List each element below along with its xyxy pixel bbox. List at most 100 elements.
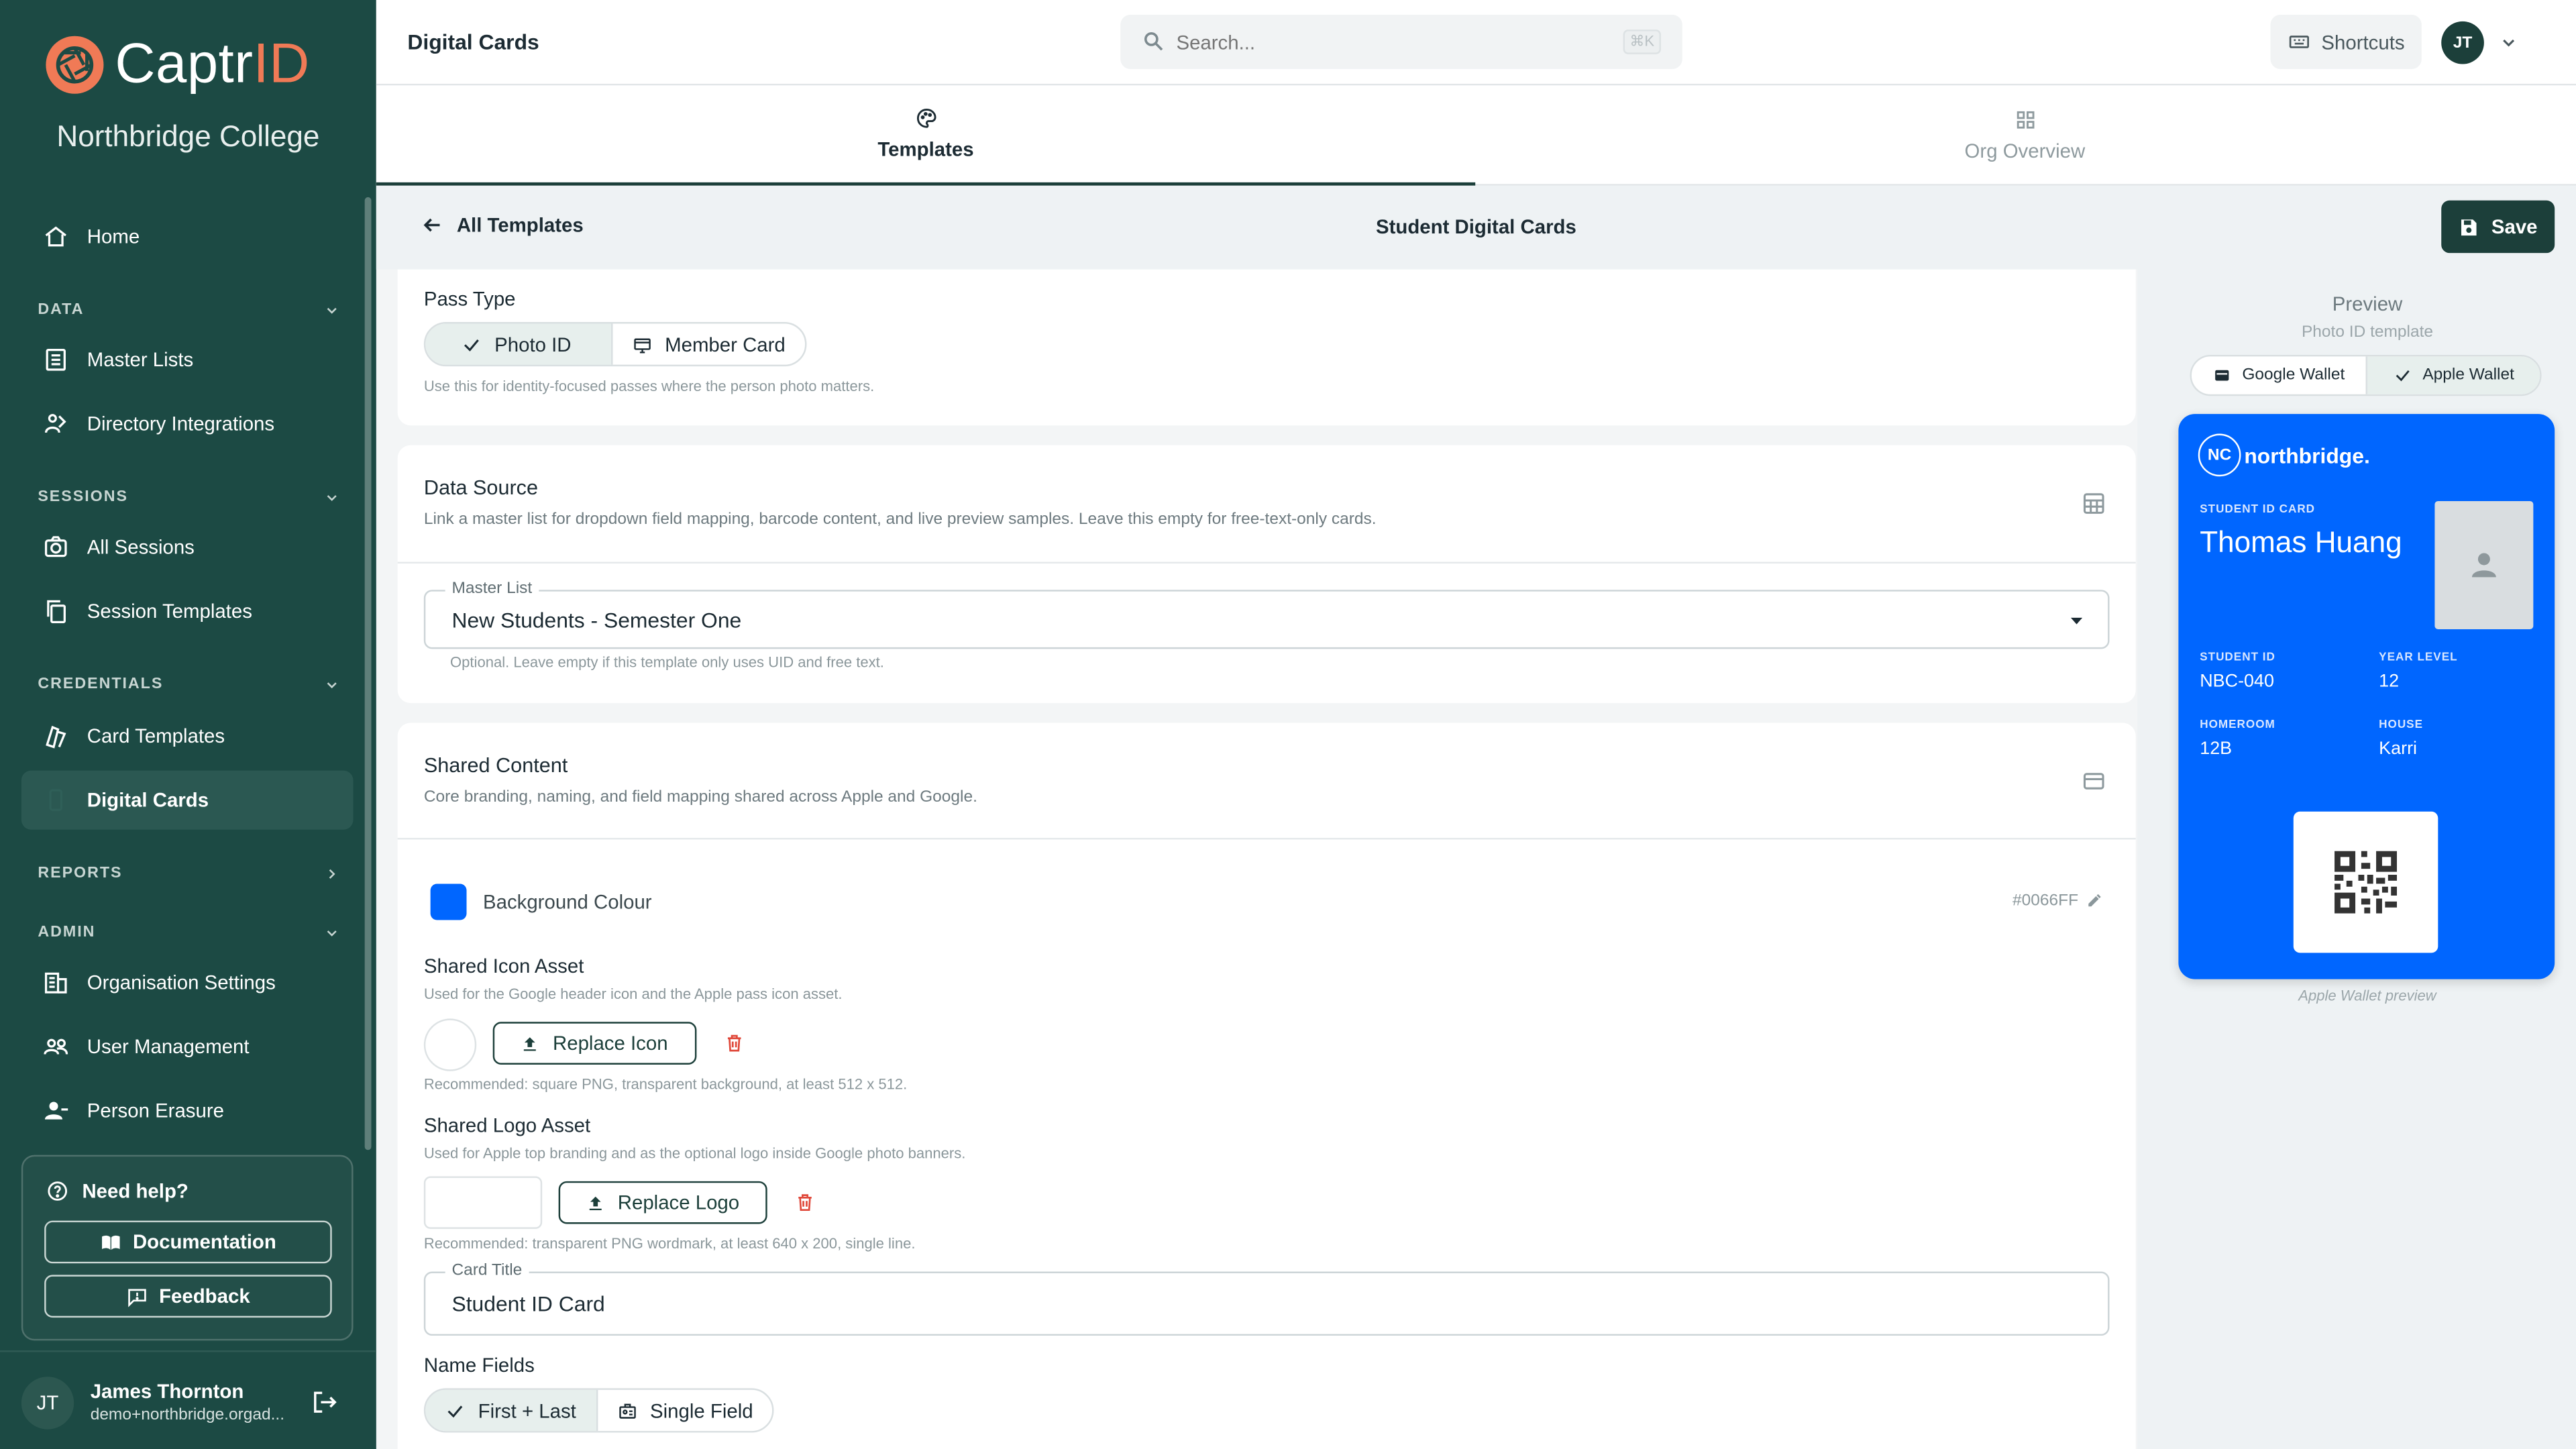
check-icon xyxy=(462,334,481,354)
section-label: SESSIONS xyxy=(38,488,128,506)
section-label: DATA xyxy=(38,301,85,319)
logo-wordmark: CaptrID xyxy=(115,32,310,96)
building-icon xyxy=(43,969,69,996)
top-bar: Digital Cards ⌘K Shortcuts JT xyxy=(376,0,2576,86)
camera-icon xyxy=(43,534,69,560)
sidebar-item-all-sessions[interactable]: All Sessions xyxy=(21,517,354,576)
name-fields-toggle: First + Last Single Field xyxy=(423,1388,775,1433)
wallet-apple[interactable]: Apple Wallet xyxy=(2365,356,2540,394)
button-label: Replace Logo xyxy=(617,1191,740,1214)
app-logo[interactable]: CaptrID xyxy=(44,33,310,97)
shared-content-title: Shared Content xyxy=(423,754,568,777)
edit-pencil-icon[interactable] xyxy=(2086,892,2102,908)
option-label: First + Last xyxy=(478,1399,576,1422)
search-input[interactable] xyxy=(1176,15,1587,69)
section-sessions[interactable]: SESSIONS xyxy=(38,488,340,506)
chevron-down-icon xyxy=(323,301,339,317)
sidebar-item-home[interactable]: Home xyxy=(21,207,354,266)
sidebar-item-label: Organisation Settings xyxy=(87,971,276,994)
tab-templates[interactable]: Templates xyxy=(376,85,1476,186)
replace-icon-button[interactable]: Replace Icon xyxy=(492,1022,697,1065)
sidebar-item-master-lists[interactable]: Master Lists xyxy=(21,330,354,389)
back-label: All Templates xyxy=(456,213,584,237)
user-avatar[interactable]: JT xyxy=(2441,21,2484,64)
pass-type-photo-id[interactable]: Photo ID xyxy=(425,323,611,365)
help-title-text: Need help? xyxy=(82,1179,189,1203)
sidebar-item-digital-cards[interactable]: Digital Cards xyxy=(21,770,354,830)
preview-caption: Apple Wallet preview xyxy=(2298,987,2436,1004)
pass-house: Karri xyxy=(2379,739,2418,759)
table-icon xyxy=(2082,491,2106,516)
section-credentials[interactable]: CREDENTIALS xyxy=(38,676,340,693)
wallet-pass-preview: NC northbridge. STUDENT ID CARD Thomas H… xyxy=(2178,414,2555,979)
master-list-label: Master List xyxy=(445,580,539,598)
pass-year-label: YEAR LEVEL xyxy=(2379,652,2458,664)
sidebar-item-label: Home xyxy=(87,225,140,248)
section-label: ADMIN xyxy=(38,923,96,942)
template-title: Student Digital Cards xyxy=(1375,215,1576,239)
divider xyxy=(397,561,2136,564)
shortcuts-label: Shortcuts xyxy=(2321,30,2405,54)
keyboard-icon xyxy=(2288,32,2310,53)
sidebar-item-label: Digital Cards xyxy=(87,788,209,812)
shared-icon-desc: Used for the Google header icon and the … xyxy=(423,985,843,1002)
trash-icon[interactable] xyxy=(724,1033,744,1053)
shared-logo-recommendation: Recommended: transparent PNG wordmark, a… xyxy=(423,1235,916,1252)
logout-icon[interactable] xyxy=(311,1388,339,1416)
pass-type-member-card[interactable]: Member Card xyxy=(610,323,805,365)
name-fields-first-last[interactable]: First + Last xyxy=(425,1389,596,1432)
chevron-down-icon[interactable] xyxy=(2499,33,2518,52)
sidebar-scrollbar[interactable] xyxy=(364,197,372,1150)
card-title-value: Student ID Card xyxy=(451,1291,605,1316)
trash-icon[interactable] xyxy=(795,1193,814,1212)
tab-org-overview[interactable]: Org Overview xyxy=(1475,85,2574,185)
back-to-templates-link[interactable]: All Templates xyxy=(421,213,584,237)
sidebar-item-label: Person Erasure xyxy=(87,1099,224,1122)
shared-content-desc: Core branding, naming, and field mapping… xyxy=(423,788,977,807)
background-colour-hex: #0066FF xyxy=(2012,892,2079,910)
shortcuts-button[interactable]: Shortcuts xyxy=(2270,15,2422,69)
section-label: REPORTS xyxy=(38,864,123,883)
person-remove-icon xyxy=(43,1097,69,1124)
section-data[interactable]: DATA xyxy=(38,301,340,319)
documentation-button[interactable]: Documentation xyxy=(44,1220,332,1264)
copy-icon xyxy=(43,598,69,624)
sidebar-item-org-settings[interactable]: Organisation Settings xyxy=(21,953,354,1012)
master-list-help: Optional. Leave empty if this template o… xyxy=(450,653,884,671)
preview-pane: Preview Photo ID template Google Wallet … xyxy=(2137,269,2576,1449)
feedback-button[interactable]: Feedback xyxy=(44,1275,332,1318)
button-label: Replace Icon xyxy=(553,1031,668,1055)
credit-card-icon xyxy=(2082,769,2106,794)
pass-type-label: Pass Type xyxy=(423,287,516,311)
arrow-left-icon xyxy=(421,213,443,236)
section-reports[interactable]: REPORTS xyxy=(38,864,340,882)
master-list-select[interactable]: Master List New Students - Semester One xyxy=(423,580,2110,649)
check-icon xyxy=(445,1401,465,1420)
sidebar-item-person-erasure[interactable]: Person Erasure xyxy=(21,1081,354,1140)
name-fields-single[interactable]: Single Field xyxy=(596,1389,773,1432)
save-button[interactable]: Save xyxy=(2441,200,2555,254)
dropdown-arrow-icon xyxy=(2067,611,2086,631)
sidebar-item-user-management[interactable]: User Management xyxy=(21,1017,354,1076)
logo-preview xyxy=(423,1176,543,1229)
chevron-right-icon xyxy=(323,865,339,881)
sidebar-item-session-templates[interactable]: Session Templates xyxy=(21,582,354,641)
pass-logo-text: northbridge. xyxy=(2244,443,2370,468)
pass-type-section: Pass Type Photo ID Member Card Use this … xyxy=(397,269,2136,426)
replace-logo-button[interactable]: Replace Logo xyxy=(558,1181,767,1224)
tab-label: Org Overview xyxy=(1964,140,2086,163)
qr-code-icon xyxy=(2334,851,2398,914)
sidebar-item-card-templates[interactable]: Card Templates xyxy=(21,706,354,765)
color-swatch[interactable] xyxy=(430,883,467,920)
avatar[interactable]: JT xyxy=(21,1377,74,1430)
sidebar-item-directory-integrations[interactable]: Directory Integrations xyxy=(21,394,354,453)
section-admin[interactable]: ADMIN xyxy=(38,923,340,941)
card-title-field[interactable]: Card Title Student ID Card xyxy=(423,1261,2110,1336)
badge-icon xyxy=(617,1401,637,1420)
list-icon xyxy=(43,347,69,373)
wallet-google[interactable]: Google Wallet xyxy=(2192,356,2366,394)
search-bar[interactable]: ⌘K xyxy=(1120,15,1682,69)
data-source-title: Data Source xyxy=(423,476,539,500)
chevron-down-icon xyxy=(323,489,339,505)
name-fields-label: Name Fields xyxy=(423,1353,535,1377)
